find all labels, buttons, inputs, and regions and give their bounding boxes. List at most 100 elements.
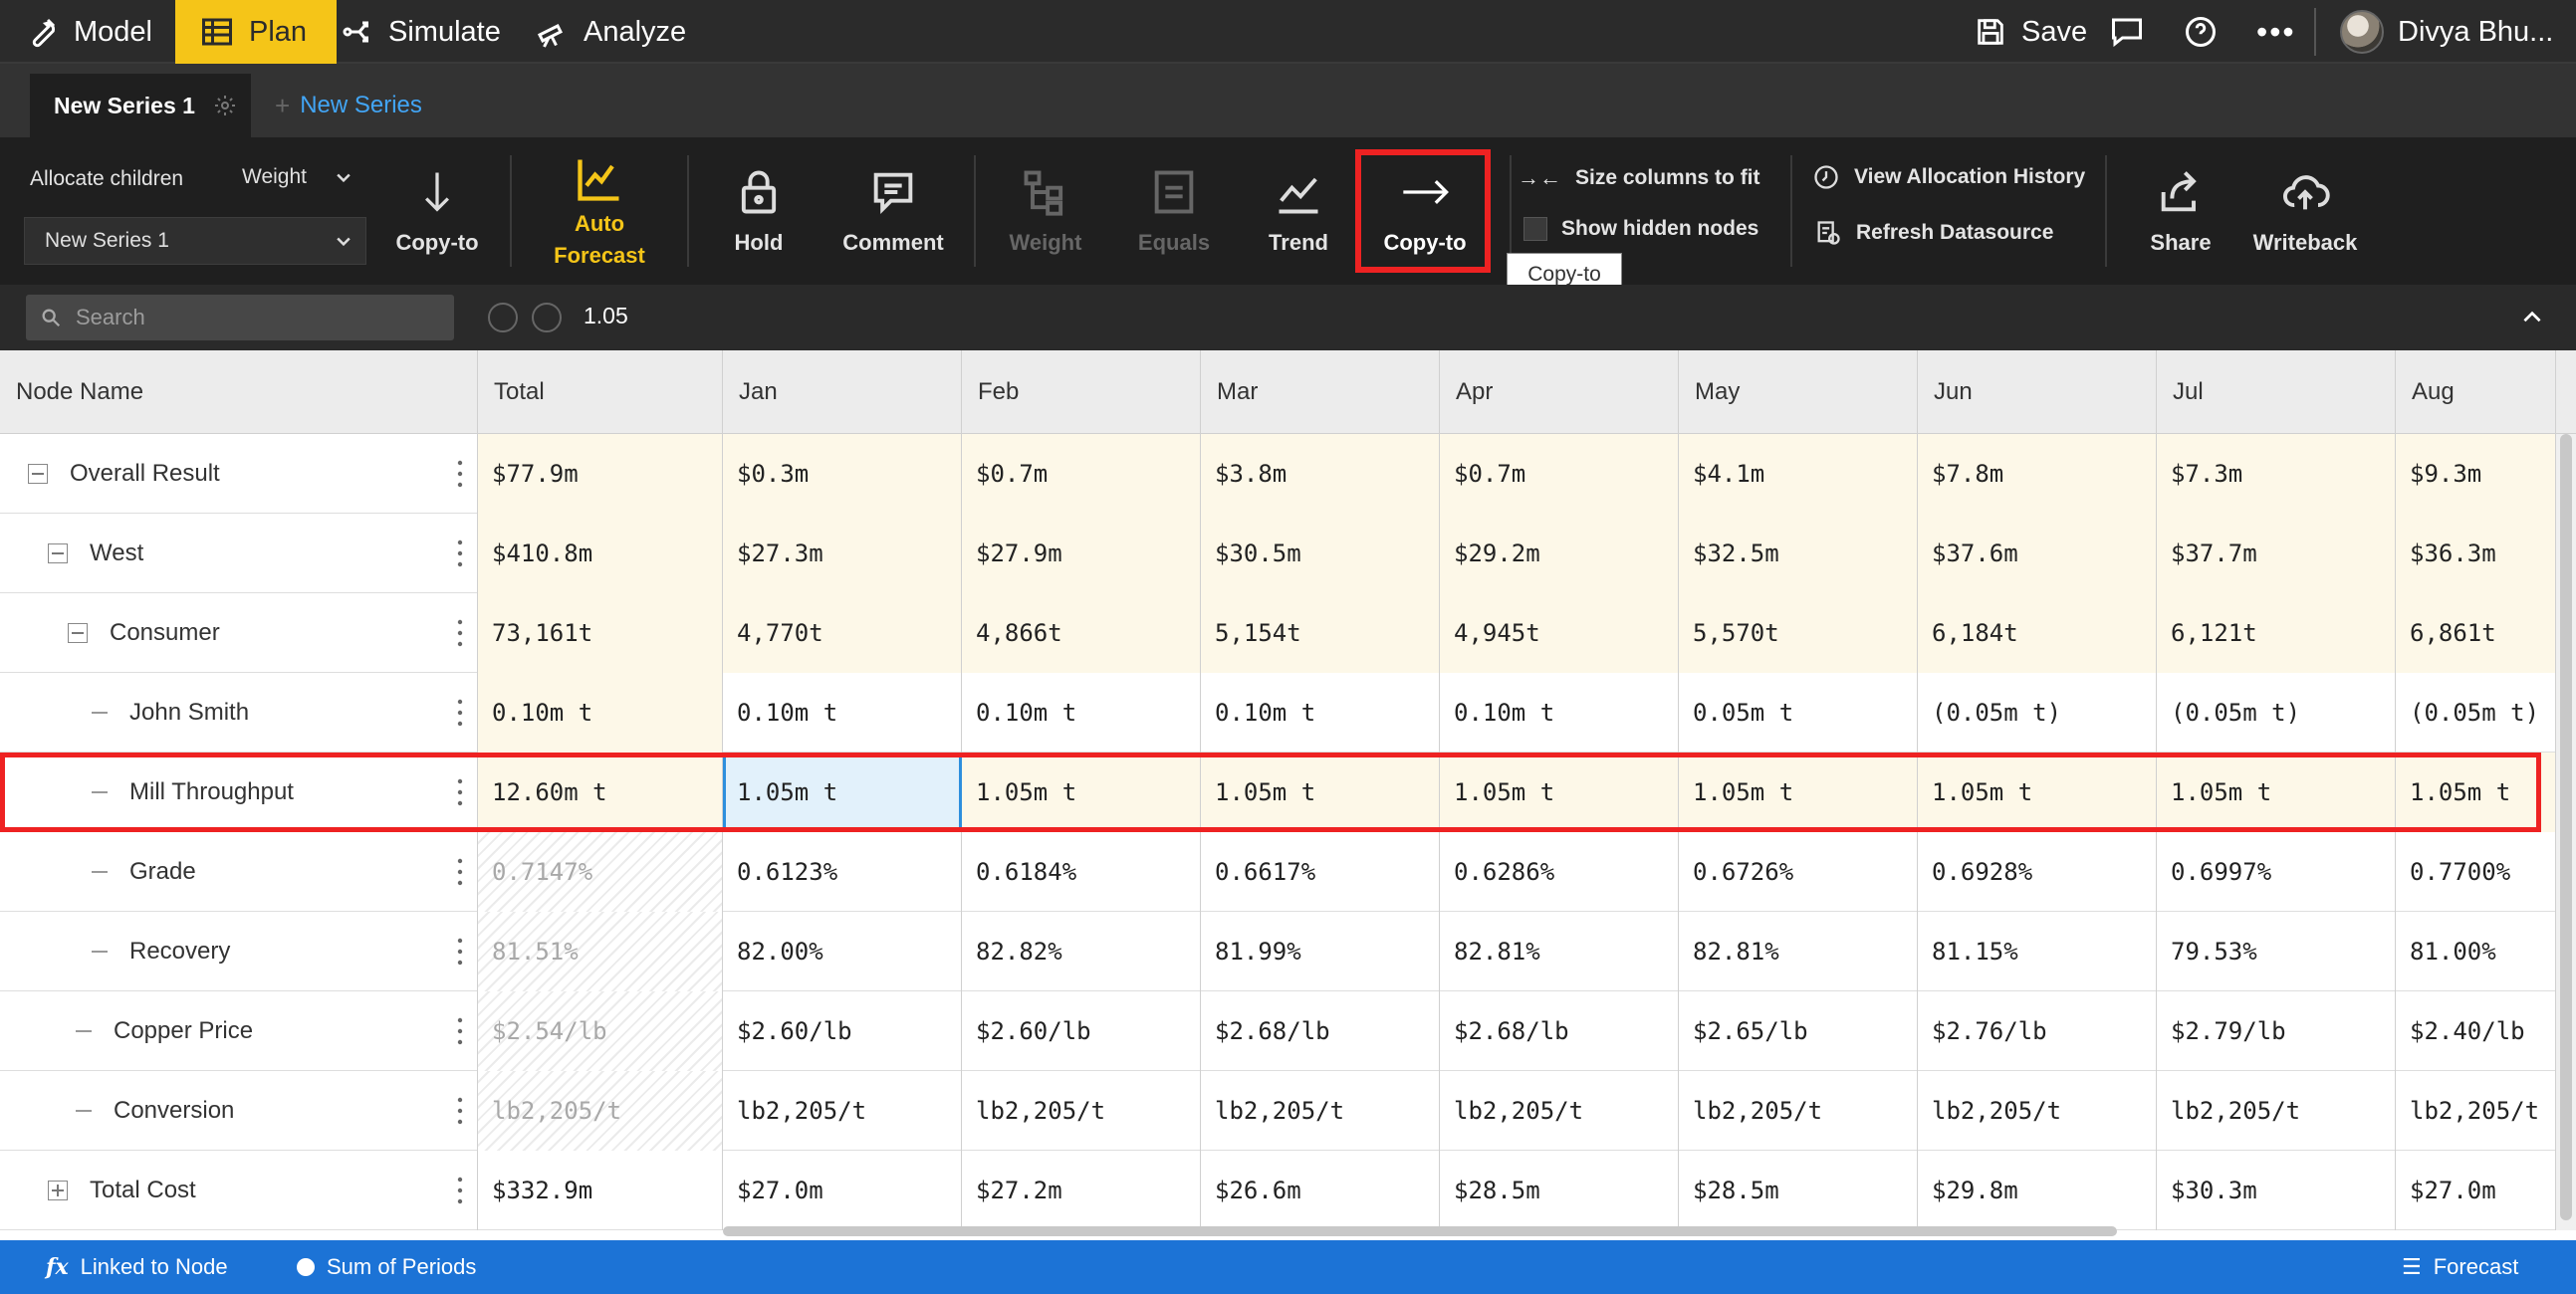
value-cell[interactable]: $37.6m bbox=[1918, 514, 2157, 593]
vertical-scrollbar[interactable] bbox=[2556, 434, 2576, 1230]
value-cell[interactable]: 0.6286% bbox=[1440, 832, 1679, 912]
column-header[interactable]: Node Name bbox=[0, 350, 478, 434]
value-cell[interactable]: 0.10m t bbox=[478, 673, 723, 753]
value-cell[interactable]: $29.2m bbox=[1440, 514, 1679, 593]
column-header[interactable]: Apr bbox=[1440, 350, 1679, 434]
value-cell[interactable]: 0.10m t bbox=[723, 673, 962, 753]
cancel-edit-icon[interactable] bbox=[488, 303, 518, 332]
more-button[interactable]: ••• bbox=[2256, 0, 2296, 64]
value-cell[interactable]: $7.8m bbox=[1918, 434, 2157, 514]
value-cell[interactable]: (0.05m t) bbox=[2396, 673, 2556, 753]
scroll-thumb[interactable] bbox=[2560, 434, 2572, 1220]
nav-model[interactable]: Model bbox=[24, 0, 152, 64]
column-header[interactable]: Feb bbox=[962, 350, 1201, 434]
show-hidden-toggle[interactable]: Show hidden nodes bbox=[1523, 217, 1758, 241]
formula-value[interactable]: 1.05 bbox=[584, 303, 628, 329]
value-cell[interactable]: $26.6m bbox=[1201, 1151, 1440, 1230]
value-cell[interactable]: $30.3m bbox=[2157, 1151, 2396, 1230]
value-cell[interactable]: lb2,205/t bbox=[1679, 1071, 1918, 1151]
kebab-menu-icon[interactable] bbox=[457, 618, 463, 648]
size-columns-button[interactable]: →← Size columns to fit bbox=[1518, 165, 1760, 191]
value-cell[interactable]: 82.81% bbox=[1679, 912, 1918, 991]
value-cell[interactable]: $28.5m bbox=[1679, 1151, 1918, 1230]
value-cell[interactable]: 1.05m t bbox=[1201, 753, 1440, 832]
hold-button[interactable]: Hold bbox=[721, 137, 797, 285]
nav-analyze[interactable]: Analyze bbox=[534, 0, 686, 64]
kebab-menu-icon[interactable] bbox=[457, 777, 463, 807]
help-button[interactable] bbox=[2183, 0, 2219, 64]
value-cell[interactable]: 1.05m t bbox=[2396, 753, 2556, 832]
node-name-cell[interactable]: West bbox=[0, 514, 478, 593]
value-cell[interactable]: 6,121t bbox=[2157, 593, 2396, 673]
forecast-status[interactable]: ☰ Forecast bbox=[2402, 1240, 2518, 1294]
value-cell[interactable]: (0.05m t) bbox=[2157, 673, 2396, 753]
value-cell[interactable]: $332.9m bbox=[478, 1151, 723, 1230]
value-cell[interactable]: $2.68/lb bbox=[1201, 991, 1440, 1071]
value-cell[interactable]: $410.8m bbox=[478, 514, 723, 593]
value-cell[interactable]: 4,770t bbox=[723, 593, 962, 673]
allocate-method-select[interactable]: Weight bbox=[221, 153, 366, 201]
value-cell[interactable]: $36.3m bbox=[2396, 514, 2556, 593]
horizontal-scrollbar[interactable] bbox=[723, 1226, 2117, 1236]
value-cell[interactable]: lb2,205/t bbox=[1201, 1071, 1440, 1151]
chat-button[interactable] bbox=[2109, 0, 2145, 64]
value-cell[interactable]: 1.05m t bbox=[2157, 753, 2396, 832]
value-cell[interactable]: lb2,205/t bbox=[478, 1071, 723, 1151]
value-cell[interactable]: 0.7700% bbox=[2396, 832, 2556, 912]
node-name-cell[interactable]: Copper Price bbox=[0, 991, 478, 1071]
node-name-cell[interactable]: John Smith bbox=[0, 673, 478, 753]
node-name-cell[interactable]: Recovery bbox=[0, 912, 478, 991]
value-cell[interactable]: 0.6123% bbox=[723, 832, 962, 912]
linked-to-node[interactable]: fx Linked to Node bbox=[46, 1240, 228, 1294]
value-cell[interactable]: lb2,205/t bbox=[962, 1071, 1201, 1151]
value-cell[interactable]: 81.51% bbox=[478, 912, 723, 991]
value-cell[interactable]: 81.99% bbox=[1201, 912, 1440, 991]
column-header[interactable]: Jul bbox=[2157, 350, 2396, 434]
sum-of-periods[interactable]: Sum of Periods bbox=[297, 1240, 476, 1294]
kebab-menu-icon[interactable] bbox=[457, 857, 463, 887]
value-cell[interactable]: $32.5m bbox=[1679, 514, 1918, 593]
value-cell[interactable]: 4,945t bbox=[1440, 593, 1679, 673]
kebab-menu-icon[interactable] bbox=[457, 539, 463, 568]
value-cell[interactable]: $0.3m bbox=[723, 434, 962, 514]
value-cell[interactable]: 0.10m t bbox=[1440, 673, 1679, 753]
value-cell[interactable]: 0.10m t bbox=[1201, 673, 1440, 753]
value-cell[interactable]: 73,161t bbox=[478, 593, 723, 673]
value-cell[interactable]: $27.2m bbox=[962, 1151, 1201, 1230]
value-cell[interactable]: 81.00% bbox=[2396, 912, 2556, 991]
value-cell[interactable]: $2.65/lb bbox=[1679, 991, 1918, 1071]
save-button[interactable]: Save bbox=[1974, 0, 2087, 64]
value-cell[interactable]: lb2,205/t bbox=[1440, 1071, 1679, 1151]
value-cell[interactable]: 1.05m t bbox=[962, 753, 1201, 832]
value-cell[interactable]: 1.05m t bbox=[1440, 753, 1679, 832]
value-cell[interactable]: 81.15% bbox=[1918, 912, 2157, 991]
value-cell[interactable]: 4,866t bbox=[962, 593, 1201, 673]
kebab-menu-icon[interactable] bbox=[457, 1096, 463, 1126]
value-cell[interactable]: 0.6928% bbox=[1918, 832, 2157, 912]
value-cell[interactable]: 79.53% bbox=[2157, 912, 2396, 991]
value-cell[interactable]: $29.8m bbox=[1918, 1151, 2157, 1230]
column-header[interactable]: Aug bbox=[2396, 350, 2556, 434]
node-name-cell[interactable]: Total Cost bbox=[0, 1151, 478, 1230]
column-header[interactable]: Total bbox=[478, 350, 723, 434]
collapse-icon[interactable] bbox=[48, 543, 68, 563]
value-cell[interactable]: 1.05m t bbox=[723, 753, 962, 832]
value-cell[interactable]: (0.05m t) bbox=[1918, 673, 2157, 753]
equals-button[interactable]: Equals bbox=[1131, 137, 1217, 285]
view-history-button[interactable]: View Allocation History bbox=[1812, 163, 2085, 191]
collapse-icon[interactable] bbox=[28, 464, 48, 484]
value-cell[interactable]: lb2,205/t bbox=[723, 1071, 962, 1151]
value-cell[interactable]: 1.05m t bbox=[1918, 753, 2157, 832]
show-hidden-checkbox[interactable] bbox=[1523, 217, 1547, 241]
node-name-cell[interactable]: Overall Result bbox=[0, 434, 478, 514]
node-name-cell[interactable]: Consumer bbox=[0, 593, 478, 673]
value-cell[interactable]: lb2,205/t bbox=[2157, 1071, 2396, 1151]
node-name-cell[interactable]: Mill Throughput bbox=[0, 753, 478, 832]
kebab-menu-icon[interactable] bbox=[457, 1016, 463, 1046]
copy-to-small-button[interactable]: Copy-to bbox=[390, 137, 484, 285]
auto-forecast-button[interactable]: Auto Forecast bbox=[544, 137, 655, 285]
column-header[interactable]: May bbox=[1679, 350, 1918, 434]
nav-plan[interactable]: Plan bbox=[175, 0, 338, 64]
value-cell[interactable]: $9.3m bbox=[2396, 434, 2556, 514]
value-cell[interactable]: $2.60/lb bbox=[723, 991, 962, 1071]
